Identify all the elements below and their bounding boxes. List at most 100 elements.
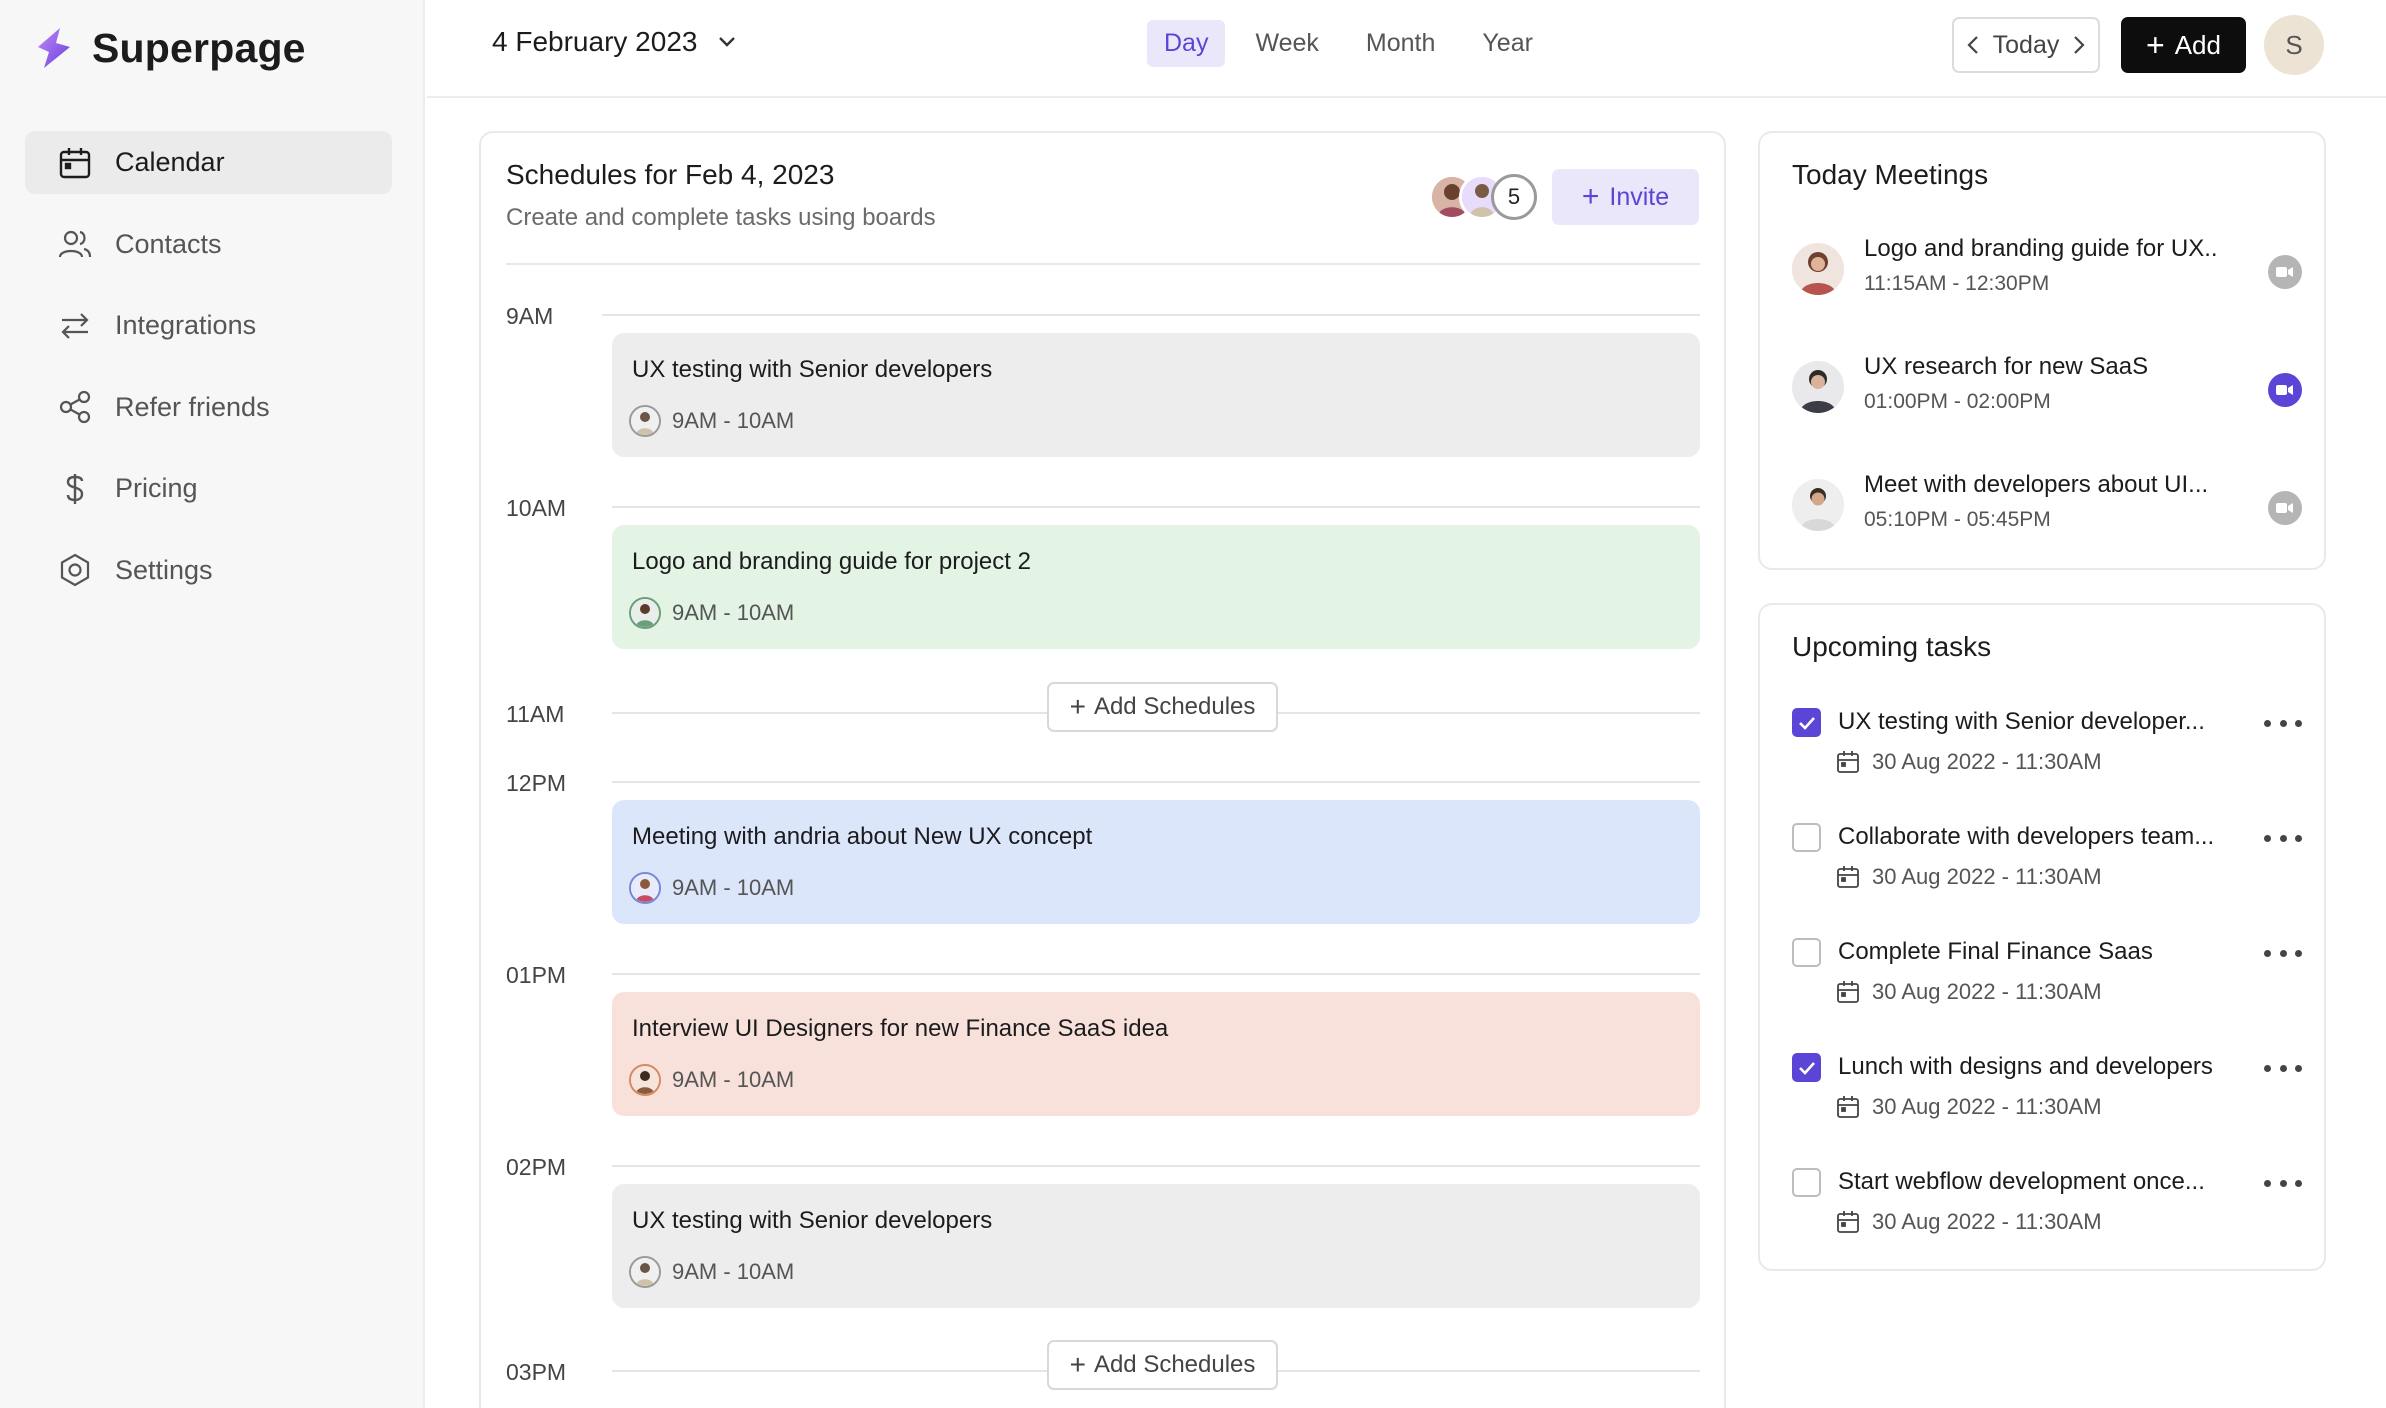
sidebar-item-calendar[interactable]: Calendar	[25, 131, 392, 194]
event-title: UX testing with Senior developers	[632, 356, 993, 383]
plus-icon: +	[1069, 691, 1086, 722]
more-options-icon[interactable]	[2264, 943, 2302, 963]
schedule-event[interactable]: UX testing with Senior developers 9AM - …	[612, 333, 1700, 457]
chevron-left-icon[interactable]	[1964, 34, 1984, 56]
event-avatar	[629, 872, 661, 904]
schedule-event[interactable]: Meeting with andria about New UX concept…	[612, 800, 1700, 924]
task-checkbox[interactable]	[1792, 708, 1821, 737]
sidebar-item-label: Refer friends	[115, 391, 270, 422]
schedule-subtitle: Create and complete tasks using boards	[506, 204, 936, 231]
schedule-event[interactable]: Logo and branding guide for project 2 9A…	[612, 525, 1700, 649]
plus-icon: +	[1581, 180, 1600, 213]
event-meta: 9AM - 10AM	[629, 597, 794, 629]
meeting-avatar	[1792, 361, 1844, 413]
task-item: Lunch with designs and developers 30 Aug…	[1792, 1048, 2302, 1128]
time-label: 10AM	[506, 495, 567, 521]
sidebar-item-contacts[interactable]: Contacts	[25, 213, 392, 276]
more-options-icon[interactable]	[2264, 713, 2302, 733]
task-checkbox[interactable]	[1792, 1168, 1821, 1197]
meeting-avatar	[1792, 479, 1844, 531]
meeting-title: Meet with developers about UI...	[1864, 471, 2209, 498]
meeting-item[interactable]: Logo and branding guide for UX.. 11:15AM…	[1792, 235, 2302, 305]
task-date: 30 Aug 2022 - 11:30AM	[1872, 979, 2102, 1004]
meeting-time: 05:10PM - 05:45PM	[1864, 508, 2051, 531]
more-options-icon[interactable]	[2264, 1058, 2302, 1078]
user-avatar[interactable]: S	[2264, 15, 2324, 75]
video-icon[interactable]	[2268, 491, 2302, 525]
today-button[interactable]: Today	[1993, 31, 2060, 60]
invite-button[interactable]: + Invite	[1552, 169, 1699, 225]
contacts-icon	[57, 226, 93, 262]
task-title: Start webflow development once...	[1838, 1168, 2205, 1195]
sidebar: Superpage Calendar Contacts Integrations…	[0, 0, 425, 1408]
meeting-title: UX research for new SaaS	[1864, 353, 2149, 380]
calendar-icon	[1837, 866, 1859, 888]
hour-line	[602, 314, 1700, 316]
video-icon[interactable]	[2268, 255, 2302, 289]
calendar-icon	[1837, 981, 1859, 1003]
task-checkbox[interactable]	[1792, 823, 1821, 852]
share-icon	[57, 389, 93, 425]
member-avatars[interactable]: 5	[1429, 174, 1539, 220]
tab-year[interactable]: Year	[1465, 20, 1550, 67]
event-title: Logo and branding guide for project 2	[632, 548, 1031, 575]
add-schedules-label: Add Schedules	[1093, 693, 1256, 720]
hour-line	[612, 781, 1700, 783]
time-label: 03PM	[506, 1359, 567, 1385]
tab-day[interactable]: Day	[1147, 20, 1226, 67]
divider	[506, 263, 1700, 265]
schedule-title: Schedules for Feb 4, 2023	[506, 159, 835, 190]
sidebar-item-pricing[interactable]: Pricing	[25, 457, 392, 520]
date-picker[interactable]: 4 February 2023	[492, 26, 739, 58]
sidebar-item-label: Settings	[115, 554, 213, 585]
task-item: Collaborate with developers team... 30 A…	[1792, 818, 2302, 898]
video-icon[interactable]	[2268, 373, 2302, 407]
sidebar-nav: Calendar Contacts Integrations Refer fri…	[25, 131, 392, 620]
task-meta: 30 Aug 2022 - 11:30AM	[1836, 1094, 2102, 1120]
sidebar-item-refer-friends[interactable]: Refer friends	[25, 376, 392, 439]
sidebar-item-integrations[interactable]: Integrations	[25, 294, 392, 357]
more-options-icon[interactable]	[2264, 1173, 2302, 1193]
today-navigator: Today	[1952, 17, 2100, 73]
hour-line	[612, 506, 1700, 508]
tab-week[interactable]: Week	[1238, 20, 1335, 67]
hour-line	[612, 973, 1700, 975]
meeting-time: 01:00PM - 02:00PM	[1864, 390, 2051, 413]
add-schedules-button[interactable]: + Add Schedules	[1047, 682, 1278, 732]
add-schedules-button[interactable]: + Add Schedules	[1047, 1340, 1278, 1390]
sidebar-item-settings[interactable]: Settings	[25, 539, 392, 602]
dollar-icon	[57, 471, 93, 507]
event-meta: 9AM - 10AM	[629, 1064, 794, 1096]
lightning-logo-icon	[38, 28, 70, 68]
tab-month[interactable]: Month	[1349, 20, 1452, 67]
chevron-down-icon	[715, 30, 739, 54]
time-label: 9AM	[506, 303, 554, 329]
add-schedules-label: Add Schedules	[1093, 1351, 1256, 1378]
task-item: Start webflow development once... 30 Aug…	[1792, 1163, 2302, 1243]
brand[interactable]: Superpage	[30, 24, 306, 72]
event-title: Meeting with andria about New UX concept	[632, 823, 1093, 850]
more-options-icon[interactable]	[2264, 828, 2302, 848]
event-avatar	[629, 405, 661, 437]
task-title: UX testing with Senior developer...	[1838, 708, 2205, 735]
meeting-item[interactable]: UX research for new SaaS 01:00PM - 02:00…	[1792, 353, 2302, 423]
task-meta: 30 Aug 2022 - 11:30AM	[1836, 1209, 2102, 1235]
task-item: UX testing with Senior developer... 30 A…	[1792, 703, 2302, 783]
time-label: 12PM	[506, 770, 567, 796]
add-button[interactable]: + Add	[2121, 17, 2246, 73]
plus-icon: +	[1069, 1349, 1086, 1380]
schedule-event[interactable]: UX testing with Senior developers 9AM - …	[612, 1184, 1700, 1308]
schedule-event[interactable]: Interview UI Designers for new Finance S…	[612, 992, 1700, 1116]
calendar-icon	[1837, 1096, 1859, 1118]
time-label: 11AM	[506, 701, 565, 727]
calendar-icon	[1837, 751, 1859, 773]
task-checkbox[interactable]	[1792, 938, 1821, 967]
task-checkbox[interactable]	[1792, 1053, 1821, 1082]
chevron-right-icon[interactable]	[2068, 34, 2088, 56]
tasks-title: Upcoming tasks	[1792, 631, 1992, 662]
view-tabs: Day Week Month Year	[1147, 20, 1563, 67]
task-title: Collaborate with developers team...	[1838, 823, 2215, 850]
meeting-item[interactable]: Meet with developers about UI... 05:10PM…	[1792, 471, 2302, 541]
meetings-title: Today Meetings	[1792, 159, 1989, 190]
add-button-label: Add	[2174, 29, 2221, 60]
